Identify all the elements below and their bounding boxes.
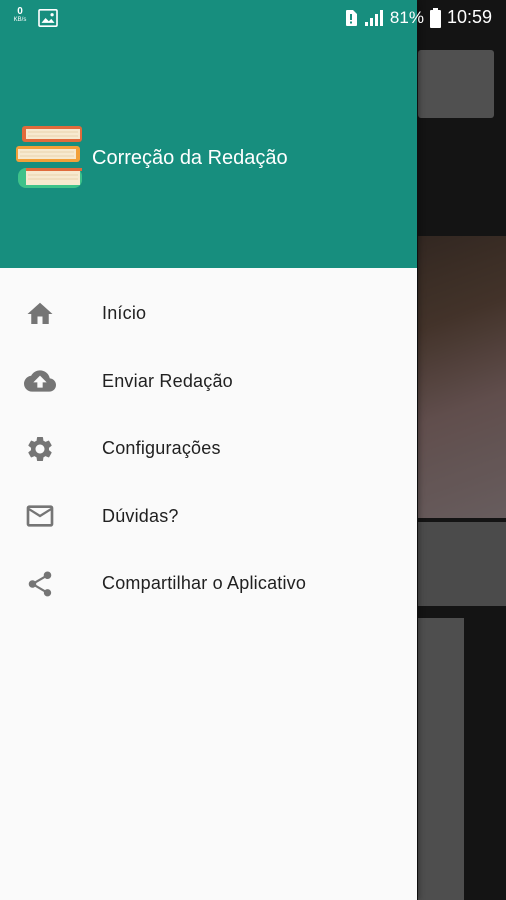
menu-item-inicio[interactable]: Início [0,280,417,348]
net-speed-value: 0 [17,6,23,17]
menu-item-label: Dúvidas? [102,505,179,526]
drawer-header: Correção da Redação [0,0,417,268]
status-bar-left: 0 KB/s [10,6,58,30]
net-speed-indicator: 0 KB/s [10,6,30,30]
signal-icon [364,9,383,26]
mail-icon [24,500,56,532]
gear-icon [24,433,56,465]
status-bar-time: 10:59 [446,7,492,27]
battery-icon [429,7,441,28]
drawer-menu: Início Enviar Redação Configurações Dúvi… [0,280,417,618]
share-icon [24,568,56,600]
menu-item-duvidas[interactable]: Dúvidas? [0,483,417,551]
menu-item-compartilhar[interactable]: Compartilhar o Aplicativo [0,550,417,618]
status-bar: 0 KB/s 81% 10:59 [0,0,506,36]
home-icon [24,298,56,330]
menu-item-label: Configurações [102,438,221,459]
status-bar-right: 81% 10:59 [344,7,492,28]
books-icon [16,126,82,188]
drawer-title: Correção da Redação [92,147,288,169]
navigation-drawer: Correção da Redação Início Enviar Redaçã… [0,0,417,900]
net-speed-unit: KB/s [13,17,27,23]
cloud-upload-icon [24,365,56,397]
battery-percent: 81% [389,7,424,27]
menu-item-label: Início [102,303,147,324]
menu-item-label: Enviar Redação [102,370,233,391]
image-icon [38,9,58,27]
menu-item-configuracoes[interactable]: Configurações [0,415,417,483]
menu-item-enviar-redacao[interactable]: Enviar Redação [0,348,417,416]
sim-alert-icon [345,9,357,26]
menu-item-label: Compartilhar o Aplicativo [102,573,307,594]
